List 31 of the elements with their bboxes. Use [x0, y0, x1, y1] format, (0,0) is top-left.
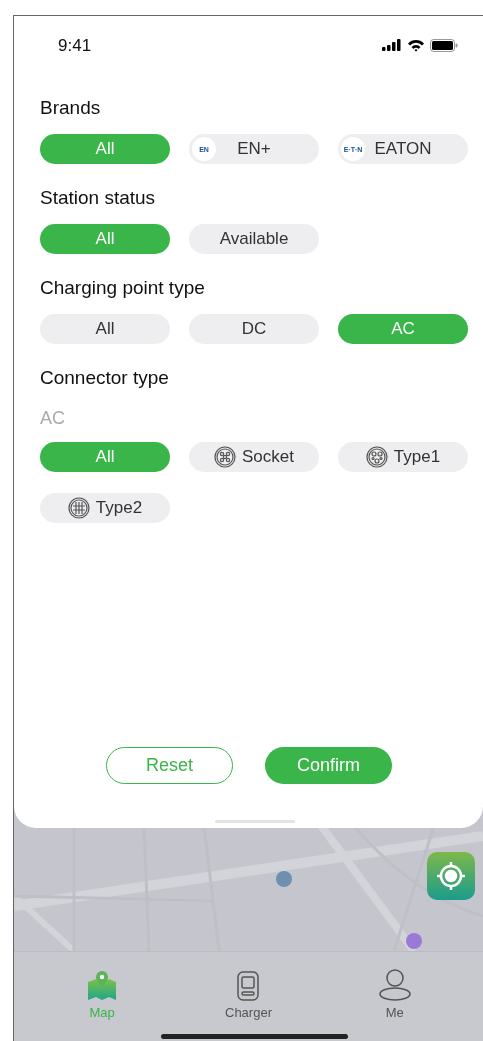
filter-chip[interactable]: All [40, 314, 170, 344]
section-title: Connector type [40, 366, 170, 390]
filter-chip[interactable]: All [40, 224, 170, 254]
filter-chip[interactable]: AC [338, 314, 468, 344]
filter-chip[interactable]: Socket [189, 442, 319, 472]
reset-button[interactable]: Reset [106, 747, 233, 784]
map-icon [87, 971, 118, 1001]
connector-icon [214, 446, 236, 468]
filter-chip[interactable]: All [40, 442, 170, 472]
filter-chip[interactable]: Type2 [40, 493, 170, 523]
person-icon [378, 969, 411, 1001]
battery-icon [430, 38, 458, 52]
wifi-icon [407, 38, 425, 52]
filter-chip[interactable]: Available [189, 224, 319, 254]
section-subtitle: AC [40, 407, 66, 430]
locate-button[interactable] [427, 852, 475, 900]
signal-icon [382, 39, 402, 51]
section-title: Charging point type [40, 276, 206, 300]
connector-icon [365, 446, 388, 468]
confirm-button[interactable]: Confirm [265, 747, 392, 784]
section-title: Brands [40, 96, 102, 120]
charger-icon [237, 971, 260, 1001]
filter-chip[interactable]: Type1 [338, 442, 468, 472]
tab-item[interactable]: Me [321, 958, 468, 1020]
section-title: Station status [40, 186, 157, 210]
filter-chip[interactable]: All [40, 134, 170, 164]
status-time: 9:41 [58, 34, 92, 56]
target-icon [435, 860, 467, 892]
tab-item[interactable]: Charger [175, 958, 322, 1020]
connector-icon [67, 497, 90, 519]
filter-chip[interactable]: DC [189, 314, 319, 344]
